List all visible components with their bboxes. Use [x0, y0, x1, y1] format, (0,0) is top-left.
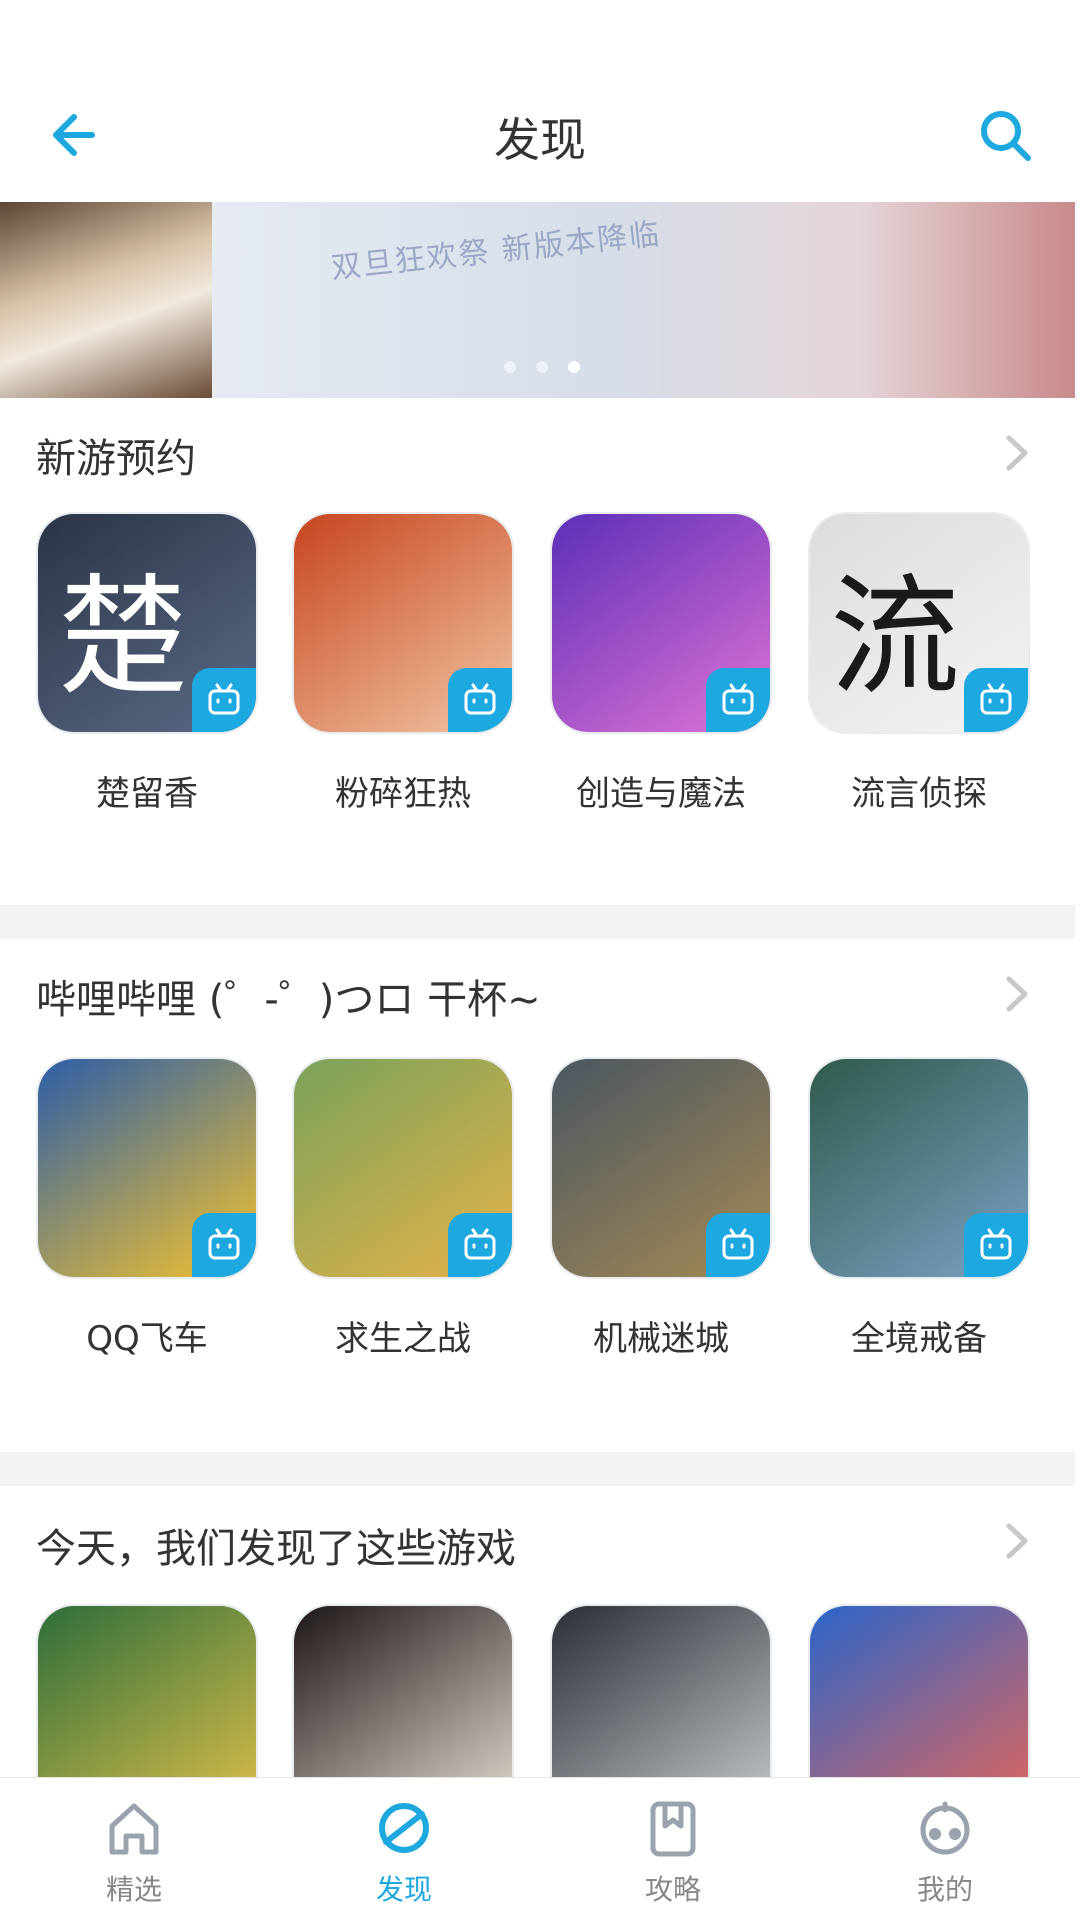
game-icon — [38, 1059, 256, 1277]
bilibili-badge-icon — [448, 668, 512, 732]
chevron-right-icon — [1006, 976, 1028, 1012]
tab-label: 攻略 — [644, 1873, 701, 1906]
section-more-button[interactable] — [999, 428, 1035, 478]
game-item[interactable] — [810, 1606, 1028, 1777]
tab-label: 精选 — [105, 1873, 162, 1906]
game-name: 流言侦探 — [851, 774, 987, 814]
tab-label: 发现 — [375, 1873, 432, 1906]
game-icon: 楚 — [38, 514, 256, 732]
page-title: 发现 — [494, 113, 586, 167]
game-item[interactable]: 求生之战 — [294, 1059, 512, 1360]
game-item[interactable] — [38, 1606, 256, 1777]
game-name: 机械迷城 — [593, 1319, 729, 1359]
game-name: 求生之战 — [335, 1319, 471, 1359]
controller-icon — [920, 1801, 970, 1855]
bilibili-badge-icon — [192, 668, 256, 732]
top-app-bar: 发现 — [0, 70, 1080, 202]
carousel-dot-active — [568, 361, 580, 373]
game-icon-glyph: 楚 — [57, 561, 188, 713]
game-icon — [552, 514, 770, 732]
bilibili-badge-icon — [964, 1213, 1028, 1277]
bilibili-badge-icon — [192, 1213, 256, 1277]
tab-label: 我的 — [916, 1873, 973, 1906]
game-icon — [38, 1606, 256, 1777]
bilibili-badge-icon — [706, 668, 770, 732]
tab-discover[interactable]: 发现 — [334, 1796, 474, 1908]
bilibili-badge-icon — [448, 1213, 512, 1277]
planet-icon — [379, 1803, 429, 1853]
game-icon — [294, 514, 512, 732]
promo-banner-carousel[interactable]: 双旦狂欢祭 新版本降临 — [0, 202, 1075, 398]
game-item[interactable]: 流流言侦探 — [810, 514, 1028, 815]
game-icon-glyph: 流 — [829, 561, 960, 713]
bottom-tab-bar: 精选 发现 攻略 我的 — [0, 1777, 1080, 1921]
game-icon — [810, 1606, 1028, 1777]
search-icon — [981, 111, 1031, 161]
game-icon — [552, 1059, 770, 1277]
chevron-right-icon — [1006, 1523, 1028, 1559]
home-icon — [109, 1803, 159, 1855]
game-name: 粉碎狂热 — [335, 774, 471, 814]
section-title: 哔哩哔哩 (゜-゜)つロ 干杯~ — [36, 977, 541, 1023]
game-name: QQ飞车 — [86, 1319, 208, 1359]
game-name: 全境戒备 — [851, 1319, 987, 1359]
tab-featured[interactable]: 精选 — [64, 1796, 204, 1908]
status-bar — [0, 0, 1080, 70]
section-title: 今天，我们发现了这些游戏 — [36, 1526, 516, 1572]
section-divider — [0, 905, 1075, 939]
search-button[interactable] — [970, 100, 1040, 170]
carousel-dot — [536, 361, 548, 373]
tab-guides[interactable]: 攻略 — [603, 1796, 743, 1908]
game-icon — [552, 1606, 770, 1777]
game-item[interactable]: QQ飞车 — [38, 1059, 256, 1360]
game-name: 创造与魔法 — [576, 774, 746, 814]
game-icon — [294, 1059, 512, 1277]
tab-mine[interactable]: 我的 — [875, 1796, 1015, 1908]
game-item[interactable]: 粉碎狂热 — [294, 514, 512, 815]
section-more-button[interactable] — [999, 1516, 1035, 1566]
game-item[interactable] — [294, 1606, 512, 1777]
game-icon — [294, 1606, 512, 1777]
game-icon: 流 — [810, 514, 1028, 732]
section-title: 新游预约 — [36, 436, 196, 482]
game-icon — [810, 1059, 1028, 1277]
game-name: 楚留香 — [96, 774, 198, 814]
game-item[interactable] — [552, 1606, 770, 1777]
chevron-right-icon — [1006, 435, 1028, 471]
game-item[interactable]: 创造与魔法 — [552, 514, 770, 815]
section-bilibili-cheers: 哔哩哔哩 (゜-゜)つロ 干杯~ QQ飞车 求生之战 机械迷城 全境戒备 — [0, 939, 1075, 1433]
banner-image-left — [0, 202, 212, 398]
game-item[interactable]: 全境戒备 — [810, 1059, 1028, 1360]
book-icon — [650, 1801, 696, 1857]
carousel-dots — [494, 358, 590, 377]
section-new-game-reservation: 新游预约 楚楚留香 粉碎狂热 创造与魔法流流言侦探 — [0, 398, 1075, 892]
section-more-button[interactable] — [999, 969, 1035, 1019]
game-item[interactable]: 楚楚留香 — [38, 514, 256, 815]
bilibili-badge-icon — [706, 1213, 770, 1277]
bilibili-badge-icon — [964, 668, 1028, 732]
carousel-dot — [504, 361, 516, 373]
game-item[interactable]: 机械迷城 — [552, 1059, 770, 1360]
section-today-discovered: 今天，我们发现了这些游戏 — [0, 1486, 1075, 1777]
section-divider — [0, 1452, 1075, 1486]
